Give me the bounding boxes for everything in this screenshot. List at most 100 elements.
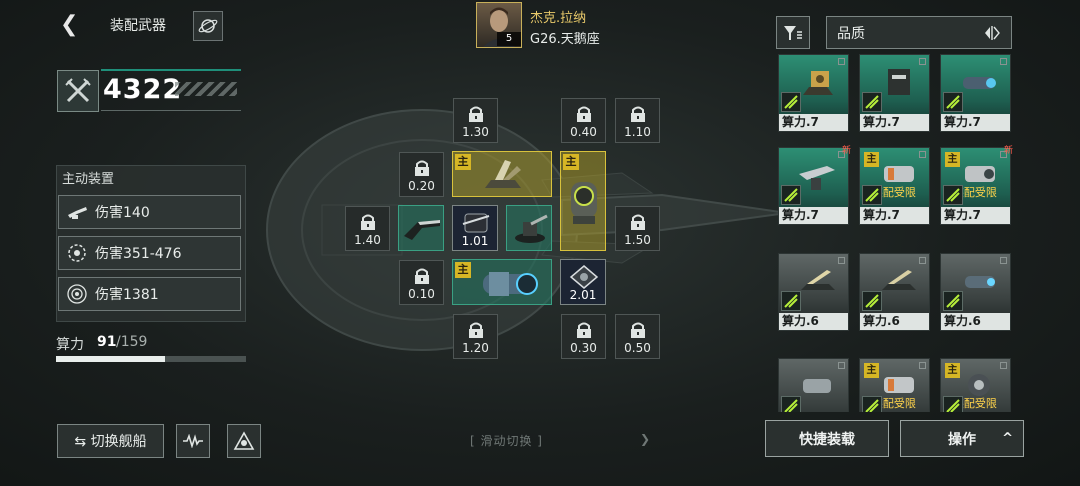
inventory-card-missile-launcher-item[interactable]: 主 ⚠装配受限	[859, 358, 930, 412]
main-badge: 主	[455, 262, 471, 278]
equipped-slot[interactable]: 2.01	[560, 259, 606, 305]
locked-slot[interactable]: 1.50	[615, 206, 660, 251]
combat-power: 4322	[57, 69, 241, 112]
select-checkbox[interactable]	[838, 362, 845, 369]
quick-load-button[interactable]: 快捷装载	[765, 420, 889, 457]
locked-slot[interactable]: 1.30	[453, 98, 498, 143]
inventory-card-thruster-item[interactable]: 算力.7	[778, 54, 849, 132]
active-item[interactable]: 伤害351-476	[58, 236, 241, 270]
equipment-icon	[803, 71, 833, 95]
slot-value: 1.30	[462, 125, 489, 139]
type-icon	[862, 92, 882, 112]
lock-icon	[469, 322, 483, 338]
inventory-card-artillery-item[interactable]: 算力.6	[778, 253, 849, 331]
inventory-grid: 算力.7 算力.7 算力.7 新算力.7 主 ⚠装配受限 算力.7 主新 ⚠装配受限 算力.7 算力…	[775, 54, 1019, 412]
compute-progress-fill	[56, 356, 165, 362]
lock-icon	[415, 160, 429, 176]
equipped-slot[interactable]	[506, 205, 552, 251]
main-badge: 主	[864, 152, 879, 167]
new-badge: 新	[841, 146, 851, 156]
equipped-slot-main[interactable]: 主	[560, 151, 606, 251]
wave-button[interactable]	[176, 424, 210, 458]
inventory-card-torpedo-item[interactable]: 主新 ⚠装配受限 算力.7	[940, 146, 1013, 225]
type-icon	[781, 291, 801, 311]
type-icon	[943, 185, 963, 205]
inventory-card-mine-layer-item[interactable]: 主 ⚠装配受限	[940, 358, 1011, 412]
missile-pod-icon	[462, 213, 490, 233]
sort-select[interactable]: 品质	[826, 16, 1012, 49]
triangle-swirl-button[interactable]	[227, 424, 261, 458]
select-checkbox[interactable]	[919, 58, 926, 65]
turret-icon	[485, 160, 521, 188]
slot-value: 0.40	[570, 125, 597, 139]
main-badge: 主	[864, 363, 879, 378]
chevron-right-icon[interactable]: ❯	[640, 432, 650, 446]
power-value: 4322	[103, 74, 183, 105]
compute-cost-label: 算力.7	[779, 114, 848, 131]
compute-max: /159	[116, 334, 148, 350]
select-checkbox[interactable]	[919, 257, 926, 264]
locked-slot[interactable]: 0.30	[561, 314, 606, 359]
inventory-card-cannon-item[interactable]	[778, 358, 849, 412]
equipped-slot[interactable]	[398, 205, 444, 251]
active-item-label: 伤害351-476	[95, 246, 182, 262]
locked-slot[interactable]: 1.10	[615, 98, 660, 143]
locked-slot[interactable]: 0.40	[561, 98, 606, 143]
compute-cost-label: 算力.7	[779, 207, 848, 224]
equipped-slot-main[interactable]: 主	[452, 151, 552, 197]
locked-slot[interactable]: 1.20	[453, 314, 498, 359]
type-icon	[781, 185, 801, 205]
type-icon	[943, 291, 963, 311]
equipment-icon	[801, 270, 835, 290]
locked-slot[interactable]: 0.20	[399, 152, 444, 197]
type-icon	[862, 291, 882, 311]
main-badge: 主	[945, 152, 960, 167]
planet-button[interactable]	[193, 11, 223, 41]
select-checkbox[interactable]	[838, 257, 845, 264]
lock-icon	[469, 106, 483, 122]
type-icon	[781, 92, 801, 112]
select-checkbox[interactable]	[919, 362, 926, 369]
slot-value: 1.20	[462, 341, 489, 355]
select-checkbox[interactable]	[1000, 362, 1007, 369]
equipment-icon	[799, 166, 835, 190]
type-icon	[943, 396, 963, 412]
triangle-swirl-icon	[233, 431, 255, 450]
select-checkbox[interactable]	[919, 151, 926, 158]
locked-slot[interactable]: 0.50	[615, 314, 660, 359]
ship-name: G26.天鹅座	[530, 32, 600, 47]
active-item[interactable]: 伤害140	[58, 195, 241, 229]
equipped-slot[interactable]: 1.01	[452, 205, 498, 251]
inventory-card-railgun-item[interactable]: 算力.7	[859, 54, 930, 132]
gear-ring-icon	[65, 241, 89, 265]
filter-button[interactable]	[776, 16, 810, 49]
select-checkbox[interactable]	[1000, 58, 1007, 65]
operate-button[interactable]: 操作 ^	[900, 420, 1024, 457]
active-item[interactable]: 伤害1381	[58, 277, 241, 311]
type-icon	[862, 396, 882, 412]
locked-slot[interactable]: 0.10	[399, 260, 444, 305]
back-icon[interactable]: ❮	[60, 14, 80, 36]
active-equipment-title: 主动装置	[62, 172, 115, 187]
inventory-card-missile-launcher-item[interactable]: 主 ⚠装配受限 算力.7	[859, 147, 930, 225]
switch-ship-button[interactable]: ⇆ 切换舰船	[57, 424, 164, 458]
inventory-card-ion-cannon-item[interactable]: 算力.7	[940, 54, 1011, 132]
slot-value: 0.30	[570, 341, 597, 355]
equipped-slot-main[interactable]: 主	[452, 259, 552, 305]
slot-value: 0.20	[408, 179, 435, 193]
select-checkbox[interactable]	[838, 58, 845, 65]
inventory-card-plasma-gun-item[interactable]: 算力.6	[940, 253, 1011, 331]
inventory-card-laser-turret-item[interactable]: 新算力.7	[778, 146, 851, 225]
blaster-icon	[404, 220, 440, 240]
slot-value: 0.10	[408, 287, 435, 301]
compute-cost-label: 算力.7	[860, 207, 929, 224]
inventory-card-artillery-item[interactable]: 算力.6	[859, 253, 930, 331]
compute-label: 算力	[56, 337, 84, 353]
lock-icon	[631, 322, 645, 338]
main-badge: 主	[563, 154, 579, 170]
lock-icon	[577, 322, 591, 338]
select-checkbox[interactable]	[1000, 257, 1007, 264]
lock-icon	[415, 268, 429, 284]
locked-slot[interactable]: 1.40	[345, 206, 390, 251]
lock-icon	[361, 214, 375, 230]
